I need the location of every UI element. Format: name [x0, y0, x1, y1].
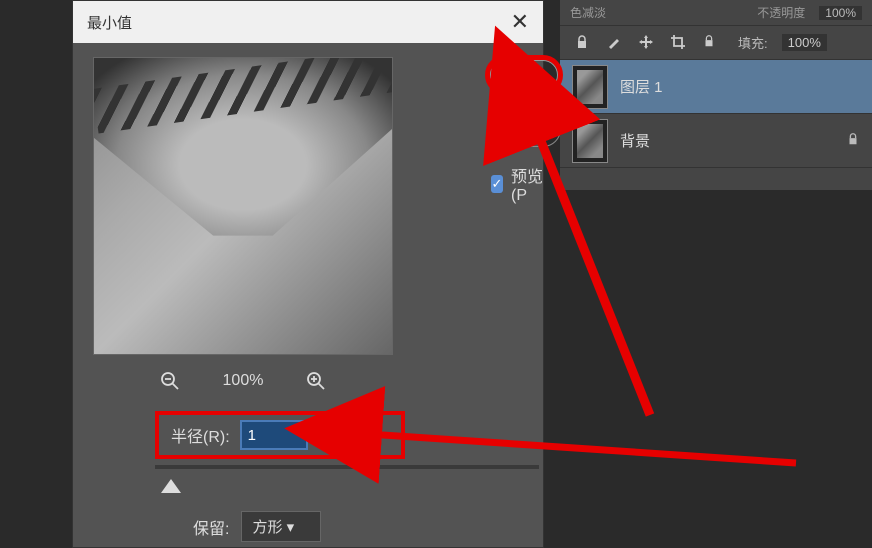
layer-row[interactable]: 图层 1 — [560, 60, 872, 114]
layer-thumbnail — [572, 65, 608, 109]
layer-thumbnail — [572, 119, 608, 163]
brush-icon[interactable] — [606, 34, 624, 52]
lock-icon — [846, 132, 860, 149]
chevron-down-icon: ▾ — [287, 519, 295, 536]
preserve-label: 保留: — [193, 515, 229, 539]
dialog-titlebar: 最小值 ✕ — [73, 1, 543, 43]
preview-checkbox-label: 预览(P — [511, 163, 543, 205]
radius-field-group: 半径(R): 像素 — [155, 411, 405, 459]
layer-row[interactable]: 背景 — [560, 114, 872, 168]
preview-image — [94, 58, 392, 354]
ok-button[interactable]: 确定 — [485, 55, 563, 95]
workspace-bg — [0, 0, 72, 548]
move-icon[interactable] — [638, 34, 656, 52]
radius-label: 半径(R): — [171, 423, 230, 447]
layers-toolbar: 填充: 100% — [560, 26, 872, 60]
fill-value[interactable]: 100% — [782, 34, 827, 51]
layer-name[interactable]: 图层 1 — [620, 76, 860, 97]
zoom-level: 100% — [213, 372, 273, 390]
radius-unit: 像素 — [318, 423, 350, 447]
preserve-row: 保留: 方形 ▾ — [193, 511, 321, 542]
radius-slider-track[interactable] — [155, 465, 539, 469]
fill-label: 填充: — [738, 33, 768, 52]
cancel-button[interactable]: 取消 — [489, 111, 561, 147]
close-icon[interactable]: ✕ — [511, 9, 529, 35]
filter-preview[interactable] — [93, 57, 393, 355]
minimum-filter-dialog: 最小值 ✕ 100% 半径(R): 像素 保留: 方形 ▾ 确定 取消 ✓ 预览… — [72, 0, 544, 548]
preserve-select[interactable]: 方形 ▾ — [241, 511, 321, 542]
zoom-controls: 100% — [93, 363, 393, 399]
checkbox-checked-icon[interactable]: ✓ — [491, 175, 503, 193]
preview-checkbox-group[interactable]: ✓ 预览(P — [491, 163, 543, 205]
zoom-in-icon[interactable] — [303, 368, 329, 394]
blend-mode-label: 色减淡 — [570, 4, 606, 21]
opacity-value[interactable]: 100% — [819, 6, 862, 20]
layer-name[interactable]: 背景 — [620, 130, 834, 151]
lock-icon[interactable] — [574, 34, 592, 52]
zoom-out-icon[interactable] — [157, 368, 183, 394]
radius-input[interactable] — [240, 420, 308, 450]
blend-opacity-row: 色减淡 不透明度 100% — [560, 0, 872, 26]
lock-all-icon[interactable] — [702, 34, 720, 52]
crop-icon[interactable] — [670, 34, 688, 52]
opacity-label: 不透明度 — [757, 4, 805, 21]
layers-panel: 色减淡 不透明度 100% 填充: 100% 图层 1 背景 — [560, 0, 872, 190]
radius-slider-thumb[interactable] — [161, 479, 181, 493]
dialog-title: 最小值 — [87, 12, 132, 33]
